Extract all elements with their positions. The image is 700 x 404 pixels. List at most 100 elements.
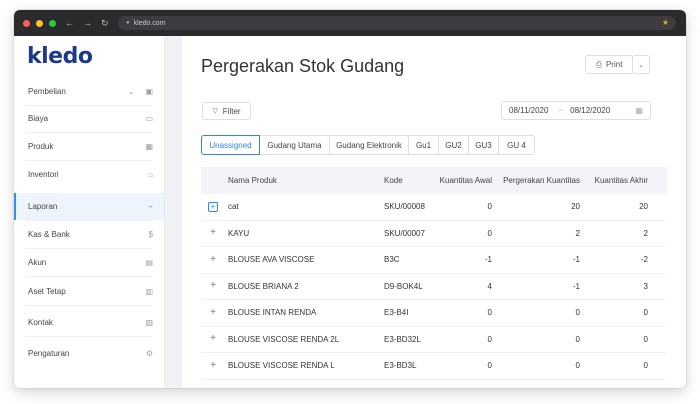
shopping-bag-icon: ▣ (145, 87, 153, 96)
warehouse-icon: ⌂ (148, 170, 153, 179)
header-pergerakan-kuantitas[interactable]: Pergerakan Kuantitas (492, 167, 580, 194)
printer-icon: ⎙ (595, 59, 602, 69)
date-to[interactable]: 08/12/2020 (570, 106, 610, 115)
header-nama-produk[interactable]: Nama Produk (228, 167, 277, 194)
print-button[interactable]: ⎙ Print (585, 55, 633, 74)
tab-gu3[interactable]: GU3 (469, 135, 499, 155)
date-range-picker[interactable]: 08/11/2020 ~ 08/12/2020 ▦ (501, 101, 651, 120)
ledger-icon: ▤ (145, 258, 153, 267)
qty-awal-cell: 0 (487, 202, 492, 212)
date-from[interactable]: 08/11/2020 (509, 106, 548, 115)
bookmark-star-icon[interactable]: ★ (662, 19, 669, 27)
table-row[interactable]: +BLOUSE VISCOSE RENDA ME3-BD3M000 (201, 380, 667, 389)
sidebar-item-kontak[interactable]: Kontak ▧ (14, 309, 164, 336)
sidebar-item-label: Laporan (28, 202, 58, 211)
expand-row-button[interactable]: + (201, 300, 225, 326)
box-icon: ▦ (145, 142, 153, 151)
expand-row-button[interactable]: + (201, 194, 225, 220)
reload-icon[interactable]: ↻ (101, 18, 109, 28)
url-text: kledo.com (133, 19, 166, 27)
qty-gerak-cell: 0 (492, 380, 580, 389)
tab-gu2[interactable]: GU2 (439, 135, 469, 155)
address-bar[interactable]: ● kledo.com ★ (118, 16, 676, 30)
qty-gerak-cell: 0 (575, 334, 580, 344)
qty-awal-cell: 0 (431, 380, 492, 389)
table-row[interactable]: + BLOUSE VISCOSE RENDA L E3-BD3L 0 0 0 (201, 353, 667, 380)
credit-card-icon: ▭ (145, 114, 153, 123)
tab-gu-4[interactable]: GU 4 (499, 135, 535, 155)
product-name-cell: BLOUSE AVA VISCOSE (228, 255, 315, 265)
table-row[interactable]: + KAYU SKU/00007 0 2 2 (201, 221, 667, 247)
table-row[interactable]: + BLOUSE BRIANA 2 D9-BOK4L 4 -1 3 (201, 274, 667, 300)
sidebar-item-aset-tetap[interactable]: Aset Tetap ▥ (14, 278, 164, 305)
qty-akhir-cell: -2 (640, 255, 648, 265)
tab-gudang-utama[interactable]: Gudang Utama (260, 135, 330, 155)
product-name-cell: KAYU (228, 228, 250, 238)
minimize-window-button[interactable] (36, 19, 43, 27)
qty-gerak-cell: 2 (575, 228, 580, 238)
product-name-cell: BLOUSE VISCOSE RENDA 2L (228, 334, 340, 344)
print-options-dropdown[interactable]: ⌄ (632, 55, 650, 74)
contact-card-icon: ▧ (145, 318, 153, 327)
qty-akhir-cell: 0 (643, 334, 648, 344)
table-row[interactable]: + cat SKU/00008 0 20 20 (201, 194, 667, 221)
expand-row-button[interactable]: + (201, 221, 225, 247)
sidebar-divider (26, 336, 152, 337)
product-code-cell: E3-B4I (384, 308, 409, 318)
lock-icon: ● (126, 20, 130, 26)
sidebar-item-label: Kontak (28, 318, 53, 327)
chevron-down-icon[interactable]: ⌄ (128, 88, 134, 96)
plus-icon: + (210, 359, 216, 371)
stock-table: Nama Produk Kode Kuantitas Awal Pergerak… (201, 167, 667, 388)
expand-row-button[interactable]: + (201, 247, 225, 273)
qty-awal-cell: 0 (487, 334, 492, 344)
kledo-logo[interactable]: kledo (27, 44, 93, 69)
close-window-button[interactable] (23, 19, 30, 27)
sidebar-divider (26, 305, 152, 306)
product-code-cell: B3C (384, 255, 400, 265)
qty-akhir-cell: 3 (643, 281, 648, 291)
table-header: Nama Produk Kode Kuantitas Awal Pergerak… (201, 167, 667, 194)
qty-awal-cell: -1 (484, 255, 492, 265)
product-name-cell: BLOUSE BRIANA 2 (228, 281, 299, 291)
back-arrow-icon[interactable]: ← (65, 18, 74, 28)
sidebar-item-akun[interactable]: Akun ▤ (14, 249, 164, 276)
table-body: + cat SKU/00008 0 20 20 + KAYU SKU/00007 0 2 2 + BLOU… (201, 194, 667, 388)
maximize-window-button[interactable] (49, 19, 56, 27)
expand-row-button[interactable]: + (201, 274, 225, 300)
sidebar-item-kas-bank[interactable]: Kas & Bank $ (14, 221, 164, 248)
sidebar-item-label: Aset Tetap (28, 287, 66, 296)
header-kuantitas-awal[interactable]: Kuantitas Awal (431, 167, 492, 194)
date-separator: ~ (558, 106, 564, 115)
page-title: Pergerakan Stok Gudang (201, 56, 405, 76)
tab-unassigned[interactable]: Unassigned (201, 135, 260, 155)
header-kode[interactable]: Kode (384, 167, 403, 194)
sidebar-item-biaya[interactable]: Biaya ▭ (14, 105, 164, 132)
product-name-cell: BLOUSE INTAN RENDA (228, 308, 317, 318)
tab-gu1[interactable]: Gu1 (409, 135, 439, 155)
filter-button[interactable]: ▽ Filter (202, 102, 251, 120)
qty-gerak-cell: -1 (572, 281, 580, 291)
qty-gerak-cell: -1 (572, 255, 580, 265)
dollar-icon: $ (148, 230, 153, 239)
tab-gudang-elektronik[interactable]: Gudang Elektronik (330, 135, 409, 155)
table-row[interactable]: + BLOUSE VISCOSE RENDA 2L E3-BD32L 0 0 0 (201, 327, 667, 353)
expand-row-button[interactable]: + (201, 327, 225, 353)
plus-icon: + (208, 201, 218, 212)
sidebar-item-pengaturan[interactable]: Pengaturan ⚙ (14, 340, 164, 367)
sidebar-item-inventori[interactable]: Inventori ⌂ (14, 161, 164, 188)
expand-row-button[interactable]: + (201, 380, 225, 388)
qty-akhir-cell: 20 (639, 202, 648, 212)
plus-icon: + (210, 333, 216, 345)
product-name-cell: BLOUSE VISCOSE RENDA L (228, 361, 335, 371)
header-kuantitas-akhir[interactable]: Kuantitas Akhir (581, 167, 648, 194)
table-row[interactable]: + BLOUSE AVA VISCOSE B3C -1 -1 -2 (201, 247, 667, 274)
product-name-cell: cat (228, 202, 239, 212)
table-row[interactable]: + BLOUSE INTAN RENDA E3-B4I 0 0 0 (201, 300, 667, 327)
sidebar-item-pembelian[interactable]: Pembelian ⌄ ▣ (14, 78, 164, 105)
calendar-icon[interactable]: ▦ (635, 106, 643, 115)
expand-row-button[interactable]: + (201, 353, 225, 379)
sidebar-item-laporan[interactable]: Laporan ⌁ (14, 193, 164, 220)
forward-arrow-icon[interactable]: → (83, 18, 92, 28)
sidebar-item-produk[interactable]: Produk ▦ (14, 133, 164, 160)
